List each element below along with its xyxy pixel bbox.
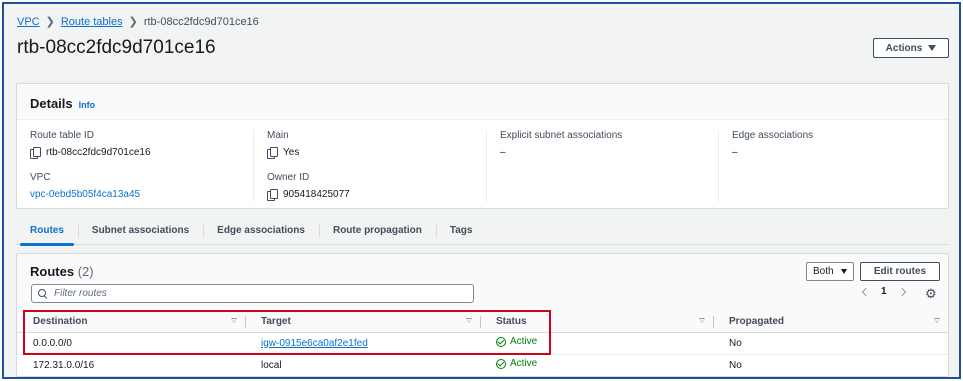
breadcrumb-current: rtb-08cc2fdc9d701ce16 — [143, 15, 259, 28]
routes-title-text: Routes — [30, 264, 75, 279]
edge-associations-value: – — [732, 147, 738, 158]
route-table-id-label: Route table ID — [30, 130, 94, 141]
column-header-target[interactable]: Target — [245, 312, 480, 333]
vpc-label: VPC — [30, 172, 51, 183]
details-column-2: Main Yes Owner ID 905418425077 — [253, 130, 485, 202]
status-text: Active — [510, 336, 538, 348]
status-text: Active — [510, 358, 538, 370]
routes-header: Routes (2) Both Edit routes 1 ⚙ — [17, 254, 948, 314]
main-label: Main — [267, 130, 289, 141]
cell-status: Active — [480, 332, 713, 355]
chevron-right-icon[interactable] — [897, 287, 906, 296]
details-title: Details — [30, 96, 73, 111]
routes-table: Destination Target Status Propagated 0.0… — [17, 312, 948, 376]
owner-id-text: 905418425077 — [283, 189, 350, 200]
tab-subnet-associations[interactable]: Subnet associations — [77, 217, 203, 245]
breadcrumb-route-tables[interactable]: Route tables — [61, 16, 123, 28]
filter-routes-box[interactable] — [31, 284, 474, 303]
cell-target: local — [245, 354, 480, 376]
column-header-destination[interactable]: Destination — [17, 312, 245, 333]
check-circle-icon — [496, 358, 506, 369]
breadcrumb-vpc[interactable]: VPC — [17, 16, 40, 28]
status-badge: Active — [496, 336, 537, 347]
sort-icon[interactable] — [466, 318, 472, 323]
details-column-4: Edge associations – — [718, 130, 948, 202]
tab-routes[interactable]: Routes — [16, 217, 78, 246]
cell-target: igw-0915e6ca0af2e1fed — [245, 332, 480, 355]
edit-routes-button[interactable]: Edit routes — [860, 262, 940, 281]
owner-id-value: 905418425077 — [267, 189, 485, 201]
owner-id-label: Owner ID — [267, 172, 310, 183]
route-table-id-value: rtb-08cc2fdc9d701ce16 — [30, 147, 250, 159]
route-table-id-text: rtb-08cc2fdc9d701ce16 — [46, 147, 151, 158]
details-column-1: Route table ID rtb-08cc2fdc9d701ce16 VPC… — [30, 130, 250, 202]
breadcrumb-separator-icon: ❯ — [45, 16, 55, 28]
console-frame: VPC ❯ Route tables ❯ rtb-08cc2fdc9d701ce… — [2, 2, 961, 379]
details-panel: Details Info Route table ID rtb-08cc2fdc… — [16, 83, 949, 209]
tab-route-propagation[interactable]: Route propagation — [318, 217, 436, 245]
routes-count: (2) — [77, 264, 94, 279]
info-link[interactable]: Info — [79, 100, 96, 110]
main-value: Yes — [267, 147, 485, 159]
column-header-label: Propagated — [729, 316, 785, 328]
gear-icon[interactable]: ⚙ — [925, 287, 937, 300]
cell-propagated: No — [713, 332, 948, 355]
column-header-label: Target — [261, 316, 291, 328]
actions-label: Actions — [885, 42, 923, 54]
caret-down-icon — [841, 269, 847, 274]
chevron-left-icon[interactable] — [861, 287, 871, 296]
routes-panel: Routes (2) Both Edit routes 1 ⚙ — [16, 253, 949, 377]
column-header-status[interactable]: Status — [480, 312, 713, 333]
cell-propagated: No — [713, 354, 948, 376]
tab-edge-associations[interactable]: Edge associations — [203, 217, 319, 245]
details-grid: Route table ID rtb-08cc2fdc9d701ce16 VPC… — [17, 120, 948, 209]
explicit-subnet-value: – — [500, 147, 506, 158]
cell-destination: 172.31.0.0/16 — [17, 354, 245, 376]
sort-icon[interactable] — [934, 318, 940, 323]
caret-down-icon — [928, 45, 937, 51]
sort-icon[interactable] — [231, 318, 237, 323]
column-header-label: Status — [496, 316, 527, 328]
target-link[interactable]: igw-0915e6ca0af2e1fed — [261, 338, 368, 349]
main-text: Yes — [283, 147, 300, 158]
tab-bar: Routes Subnet associations Edge associat… — [16, 217, 949, 246]
search-icon — [38, 288, 48, 299]
cell-status: Active — [480, 354, 713, 376]
column-header-propagated[interactable]: Propagated — [713, 312, 948, 333]
cell-destination: 0.0.0.0/0 — [17, 332, 245, 355]
routes-title: Routes (2) — [30, 264, 94, 279]
current-page[interactable]: 1 — [881, 286, 887, 297]
copy-icon[interactable] — [267, 189, 278, 201]
details-header: Details Info — [17, 84, 948, 120]
edge-associations-label: Edge associations — [732, 130, 814, 141]
pagination: 1 — [861, 286, 906, 297]
tab-tags[interactable]: Tags — [435, 217, 487, 245]
sort-icon[interactable] — [699, 318, 705, 323]
actions-button[interactable]: Actions — [873, 38, 949, 58]
copy-icon[interactable] — [30, 147, 41, 159]
route-filter-select-value: Both — [813, 266, 834, 277]
page-title: rtb-08cc2fdc9d701ce16 — [17, 37, 216, 58]
status-badge: Active — [496, 358, 537, 369]
explicit-subnet-label: Explicit subnet associations — [500, 130, 623, 141]
column-header-label: Destination — [33, 316, 88, 328]
breadcrumb-separator-icon: ❯ — [128, 16, 138, 28]
table-header-row: Destination Target Status Propagated — [17, 312, 948, 333]
check-circle-icon — [496, 336, 506, 347]
vpc-link[interactable]: vpc-0ebd5b05f4ca13a45 — [30, 189, 250, 200]
copy-icon[interactable] — [267, 147, 278, 159]
filter-routes-input[interactable] — [54, 288, 454, 299]
table-row: 172.31.0.0/16 local Active No — [17, 354, 948, 376]
route-filter-select[interactable]: Both — [806, 262, 854, 281]
table-row: 0.0.0.0/0 igw-0915e6ca0af2e1fed Active N… — [17, 332, 948, 355]
details-column-3: Explicit subnet associations – — [486, 130, 718, 202]
breadcrumb: VPC ❯ Route tables ❯ rtb-08cc2fdc9d701ce… — [17, 15, 259, 29]
